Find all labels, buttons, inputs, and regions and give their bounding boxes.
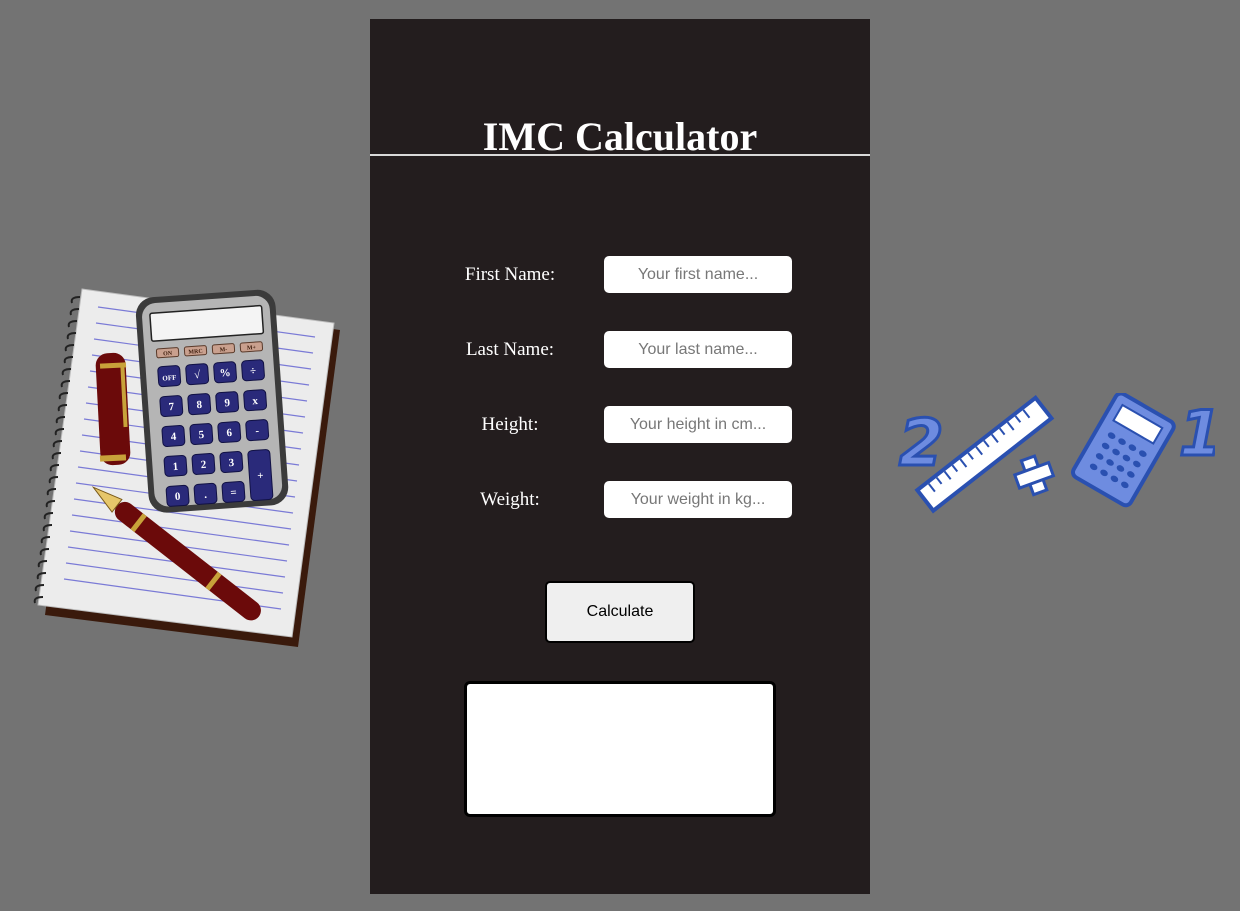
weight-label: Weight: <box>480 489 540 510</box>
first-name-input[interactable] <box>604 256 792 293</box>
svg-text:M+: M+ <box>247 345 257 352</box>
calculate-button[interactable]: Calculate <box>545 581 695 643</box>
svg-text:1: 1 <box>1179 397 1215 470</box>
notebook-calculator-pen-icon: ON MRC M- M+ OFF √ % ÷ 789x 456- 1 2 3 + 0.… <box>30 285 350 660</box>
svg-text:2: 2 <box>899 407 944 481</box>
height-input[interactable] <box>604 406 792 443</box>
svg-text:%: % <box>219 367 231 380</box>
math-ruler-calculator-icon: 2 <box>895 391 1224 523</box>
first-name-row: First Name: <box>370 256 870 293</box>
last-name-input[interactable] <box>604 331 792 368</box>
svg-text:ON: ON <box>163 351 173 358</box>
calculator-panel: IMC Calculator First Name: Last Name: He… <box>370 19 870 894</box>
last-name-label: Last Name: <box>465 339 555 360</box>
svg-text:÷: ÷ <box>250 365 257 377</box>
result-box <box>464 681 776 817</box>
weight-input[interactable] <box>604 481 792 518</box>
svg-text:MRC: MRC <box>188 349 203 356</box>
first-name-label: First Name: <box>464 264 556 285</box>
last-name-row: Last Name: <box>370 331 870 368</box>
svg-text:OFF: OFF <box>162 374 177 383</box>
height-row: Height: <box>370 406 870 443</box>
height-label: Height: <box>481 414 539 435</box>
svg-text:=: = <box>230 487 237 499</box>
svg-text:1: 1 <box>172 461 178 473</box>
svg-text:M-: M- <box>220 347 228 354</box>
weight-row: Weight: <box>370 481 870 518</box>
title-divider <box>370 154 870 156</box>
svg-text:+: + <box>257 470 264 482</box>
